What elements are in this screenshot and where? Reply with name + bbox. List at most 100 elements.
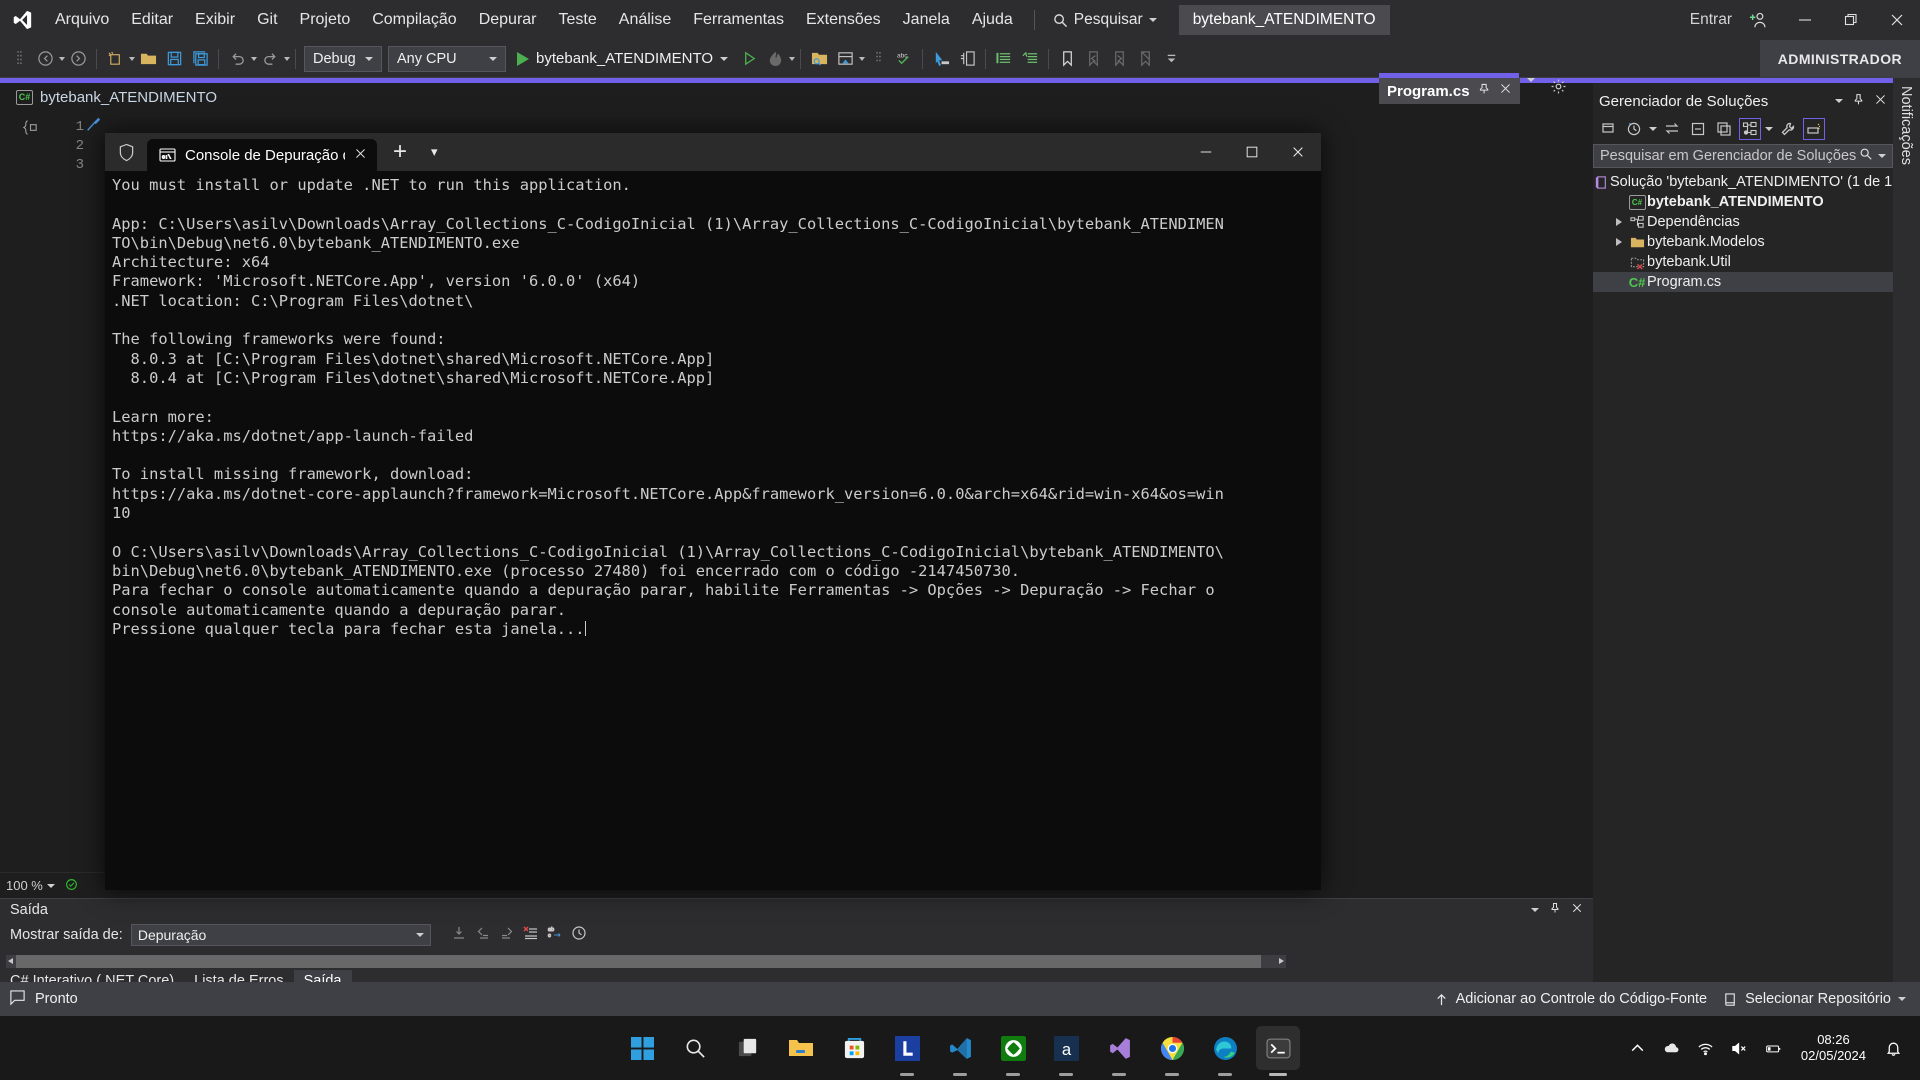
menu-item-janela[interactable]: Janela (892, 0, 961, 40)
chevron-down-icon[interactable] (1878, 154, 1886, 158)
bell-icon[interactable] (1876, 1016, 1910, 1080)
scroll-left-arrow-icon[interactable] (8, 958, 13, 964)
add-to-source-control-button[interactable]: Adicionar ao Controle do Código-Fonte (1434, 991, 1707, 1007)
menu-item-git[interactable]: Git (246, 0, 288, 40)
editor-zoom-control[interactable]: 100 % (0, 872, 106, 898)
sync-icon[interactable] (1661, 118, 1683, 140)
menu-item-ajuda[interactable]: Ajuda (961, 0, 1024, 40)
menu-item-arquivo[interactable]: Arquivo (44, 0, 120, 40)
tree-item-bytebank-modelos[interactable]: bytebank.Modelos (1593, 232, 1893, 252)
tree-expander-icon[interactable] (1611, 238, 1627, 246)
close-icon[interactable] (1571, 902, 1583, 918)
console-minimize-button[interactable] (1183, 133, 1229, 171)
comment-icon[interactable] (991, 44, 1017, 74)
window-minimize-button[interactable] (1782, 0, 1828, 40)
file-explorer-icon[interactable] (779, 1026, 823, 1070)
undo-icon[interactable] (224, 44, 250, 74)
amazon-icon[interactable]: a (1044, 1026, 1088, 1076)
redo-dropdown-icon[interactable] (284, 56, 290, 61)
window-close-button[interactable] (1874, 0, 1920, 40)
close-icon[interactable] (1874, 93, 1887, 110)
loom-icon[interactable] (885, 1026, 929, 1076)
solution-explorer-search-input[interactable]: Pesquisar em Gerenciador de Soluções (Ct… (1593, 144, 1893, 168)
navigate-forward-icon[interactable] (65, 44, 91, 74)
tree-expander-icon[interactable] (1611, 218, 1627, 226)
uncomment-icon[interactable] (1017, 44, 1043, 74)
previous-bookmark-icon[interactable] (1080, 44, 1106, 74)
pin-icon[interactable] (1852, 93, 1865, 110)
redo-icon[interactable] (257, 44, 283, 74)
show-hidden-icons-icon[interactable] (1621, 1016, 1655, 1080)
vscode-icon[interactable] (938, 1026, 982, 1076)
taskbar-search-icon[interactable] (673, 1026, 717, 1070)
person-add-icon[interactable] (1736, 0, 1782, 40)
visual-studio-icon[interactable] (1097, 1026, 1141, 1076)
solution-name-chip[interactable]: bytebank_ATENDIMENTO (1178, 5, 1390, 35)
save-all-icon[interactable] (187, 44, 213, 74)
menu-item-compilacao[interactable]: Compilação (361, 0, 467, 40)
document-tab-program-cs[interactable]: Program.cs (1379, 78, 1520, 104)
wifi-icon[interactable] (1689, 1016, 1723, 1080)
toolbar-overflow-icon[interactable] (1158, 44, 1184, 74)
bookmark-icon[interactable] (1054, 44, 1080, 74)
edge-icon[interactable] (1203, 1026, 1247, 1076)
document-tab-overflow-icon[interactable] (1527, 78, 1535, 100)
pending-changes-dropdown-icon[interactable] (1649, 127, 1657, 131)
console-close-button[interactable] (1275, 133, 1321, 171)
tree-item-project-bytebank[interactable]: C# bytebank_ATENDIMENTO (1593, 192, 1893, 212)
editor-settings-gear-icon[interactable] (1550, 78, 1567, 100)
menu-item-projeto[interactable]: Projeto (289, 0, 362, 40)
document-tab-bytebank[interactable]: C# bytebank_ATENDIMENTO (4, 83, 230, 111)
menu-item-exibir[interactable]: Exibir (184, 0, 246, 40)
properties-window-icon[interactable] (832, 44, 858, 74)
close-icon[interactable] (354, 147, 367, 164)
menu-item-depurar[interactable]: Depurar (468, 0, 548, 40)
clear-bookmarks-icon[interactable] (1132, 44, 1158, 74)
sign-in-label[interactable]: Entrar (1690, 11, 1736, 29)
volume-muted-icon[interactable] (1723, 1016, 1757, 1080)
spell-check-icon[interactable]: abc (891, 44, 917, 74)
start-debugging-button[interactable]: bytebank_ATENDIMENTO (509, 50, 736, 67)
start-without-debugging-icon[interactable] (736, 44, 762, 74)
menu-item-teste[interactable]: Teste (548, 0, 608, 40)
next-message-icon[interactable] (499, 925, 515, 946)
menu-item-extensoes[interactable]: Extensões (795, 0, 892, 40)
menu-item-analise[interactable]: Análise (608, 0, 682, 40)
xbox-icon[interactable] (991, 1026, 1035, 1076)
hot-reload-icon[interactable] (762, 44, 788, 74)
menu-item-editar[interactable]: Editar (120, 0, 184, 40)
open-file-icon[interactable] (135, 44, 161, 74)
chrome-icon[interactable] (1150, 1026, 1194, 1076)
home-icon[interactable] (1597, 118, 1619, 140)
pin-icon[interactable] (1549, 902, 1561, 918)
pin-icon[interactable] (1478, 82, 1491, 100)
window-restore-button[interactable] (1828, 0, 1874, 40)
task-view-icon[interactable] (726, 1026, 770, 1070)
output-horizontal-scrollbar[interactable] (6, 955, 1286, 968)
clear-all-icon[interactable] (523, 925, 539, 946)
tree-item-program-cs[interactable]: C# Program.cs (1593, 272, 1893, 292)
collapse-all-icon[interactable] (1687, 118, 1709, 140)
taskbar-clock[interactable]: 08:26 02/05/2024 (1791, 1032, 1876, 1064)
solution-platform-combo[interactable]: Any CPU (388, 45, 506, 72)
windows-terminal-icon[interactable] (1256, 1026, 1300, 1076)
output-source-combo[interactable]: Depuração (130, 924, 431, 946)
class-diagram-dropdown-icon[interactable] (1765, 127, 1773, 131)
properties-icon[interactable] (1777, 118, 1799, 140)
chevron-down-icon[interactable] (1531, 908, 1539, 912)
goto-message-icon[interactable] (451, 925, 467, 946)
tree-item-solution[interactable]: Solução 'bytebank_ATENDIMENTO' (1 de 1 p… (1593, 172, 1920, 192)
chevron-down-icon[interactable] (46, 883, 55, 888)
menu-item-ferramentas[interactable]: Ferramentas (682, 0, 795, 40)
solution-configuration-combo[interactable]: Debug (304, 45, 382, 72)
screwdriver-icon[interactable] (85, 117, 101, 138)
console-maximize-button[interactable] (1229, 133, 1275, 171)
chevron-down-icon[interactable] (1835, 99, 1843, 103)
global-search-button[interactable]: Pesquisar (1045, 11, 1165, 29)
new-tab-icon[interactable]: + (377, 140, 423, 164)
chevron-down-icon[interactable]: ▾ (423, 144, 446, 160)
new-project-icon[interactable] (102, 44, 128, 74)
select-repository-button[interactable]: Selecionar Repositório (1723, 991, 1906, 1007)
pointer-icon[interactable] (928, 44, 954, 74)
hot-reload-dropdown-icon[interactable] (789, 56, 796, 61)
